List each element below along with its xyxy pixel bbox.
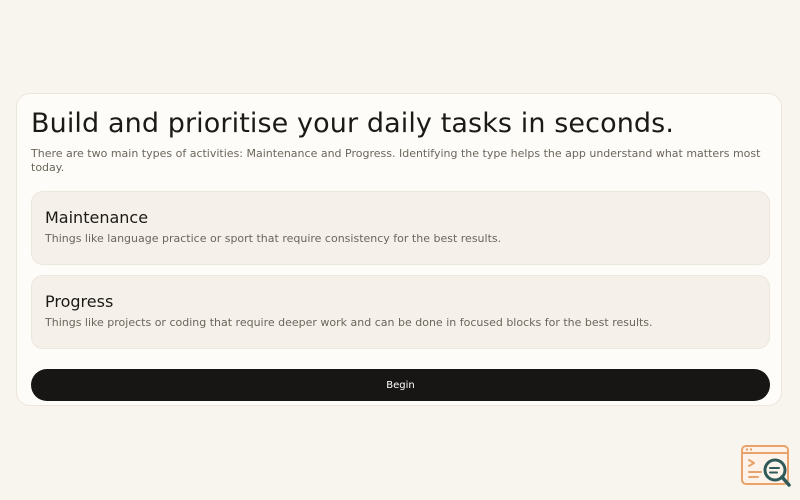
page: Build and prioritise your daily tasks in… xyxy=(0,0,800,500)
option-title: Maintenance xyxy=(45,208,149,227)
option-description: Things like language practice or sport t… xyxy=(45,232,502,245)
search-debug-icon[interactable] xyxy=(741,444,793,488)
option-progress[interactable]: Progress Things like projects or coding … xyxy=(31,275,770,349)
search-debug-icon-graphic xyxy=(741,445,791,487)
option-maintenance[interactable]: Maintenance Things like language practic… xyxy=(31,191,770,265)
intro-text: There are two main types of activities: … xyxy=(31,147,761,174)
begin-button[interactable]: Begin xyxy=(31,369,770,401)
task-type-card: Build and prioritise your daily tasks in… xyxy=(16,93,782,406)
option-title: Progress xyxy=(45,292,114,311)
option-description: Things like projects or coding that requ… xyxy=(45,316,653,329)
page-title: Build and prioritise your daily tasks in… xyxy=(31,108,675,139)
